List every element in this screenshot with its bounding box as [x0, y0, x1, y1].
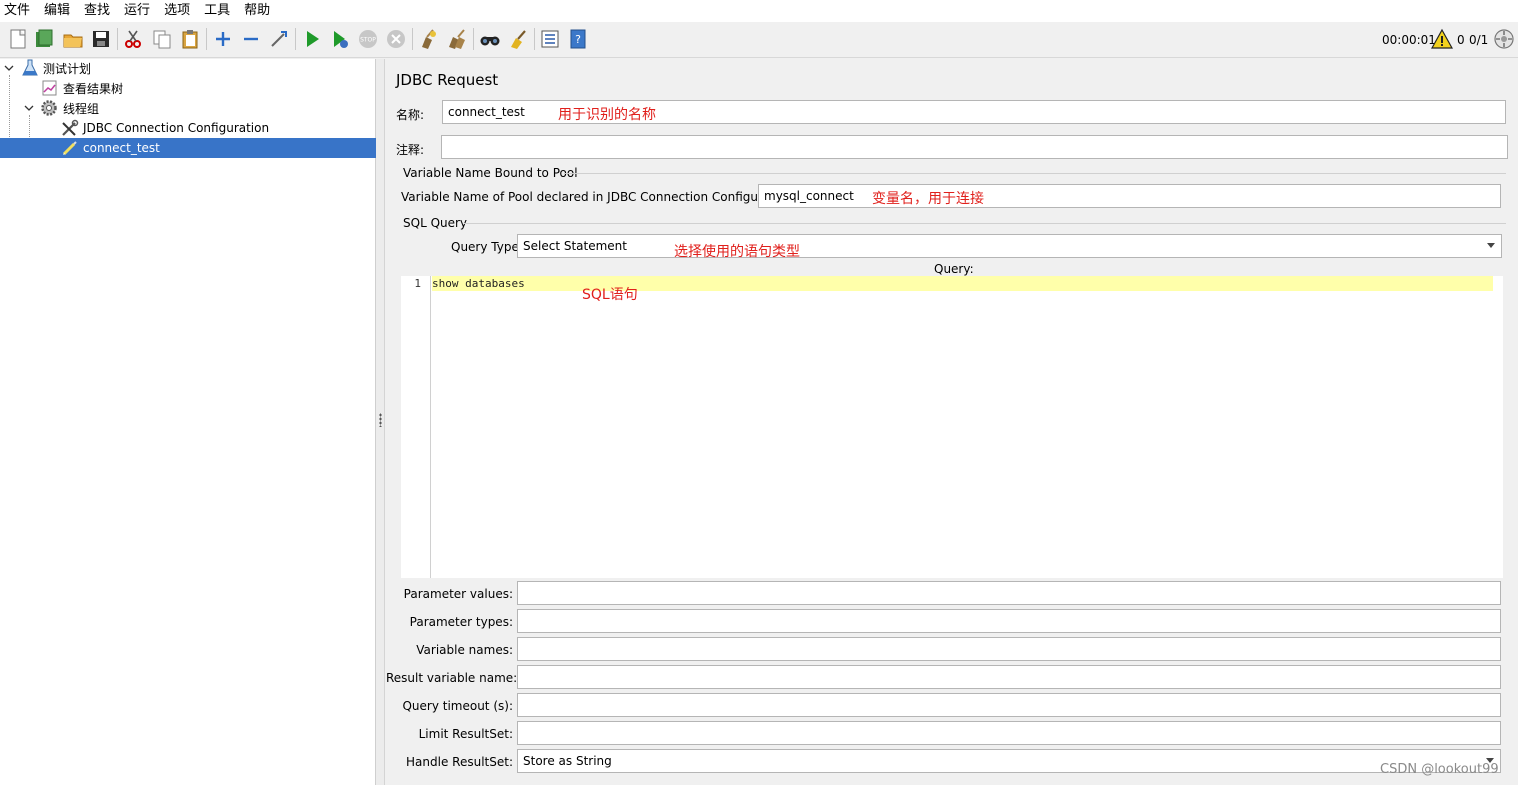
query-annotation: SQL语句 — [582, 287, 638, 303]
name-label: 名称: — [396, 108, 425, 122]
tree-node-connect-test[interactable]: connect_test — [0, 138, 376, 158]
query-type-annotation: 选择使用的语句类型 — [674, 244, 800, 260]
toggle-icon[interactable] — [267, 27, 291, 51]
pool-annotation: 变量名，用于连接 — [872, 191, 984, 207]
name-annotation: 用于识别的名称 — [558, 107, 656, 123]
page-title: JDBC Request — [396, 71, 499, 89]
parameter-types-field[interactable] — [517, 609, 1501, 633]
save-icon[interactable] — [89, 27, 113, 51]
open-icon[interactable] — [61, 27, 85, 51]
sql-section-label: SQL Query — [403, 216, 468, 230]
menubar: 文件 编辑 查找 运行 选项 工具 帮助 — [0, 0, 1518, 22]
templates-icon[interactable] — [32, 27, 56, 51]
menu-search[interactable]: 查找 — [84, 0, 110, 22]
handle-resultset-select[interactable]: Store as String — [517, 749, 1501, 773]
query-label: Query: — [934, 262, 974, 276]
tree-node-listener[interactable]: 查看结果树 — [0, 78, 376, 98]
collapse-icon[interactable] — [239, 27, 263, 51]
copy-icon[interactable] — [150, 27, 174, 51]
test-plan-icon — [21, 59, 39, 77]
variable-names-field[interactable] — [517, 637, 1501, 661]
query-code[interactable]: show databases — [432, 277, 525, 290]
tree-node-thread-group[interactable]: 线程组 — [0, 98, 376, 118]
menu-options[interactable]: 选项 — [164, 0, 190, 22]
listener-icon — [41, 79, 59, 97]
toolbar: STOP ? 00:00:01 0 0/1 — [0, 22, 1518, 58]
shutdown-icon[interactable] — [384, 27, 408, 51]
query-type-select[interactable]: Select Statement — [517, 234, 1502, 258]
query-type-value: Select Statement — [523, 239, 627, 253]
handle-resultset-value: Store as String — [523, 754, 612, 768]
limit-resultset-label: Limit ResultSet: — [418, 727, 513, 741]
chevron-down-icon[interactable] — [23, 102, 35, 114]
query-timeout-label: Query timeout (s): — [402, 699, 513, 713]
menu-tools[interactable]: 工具 — [204, 0, 230, 22]
line-number: 1 — [414, 277, 421, 290]
variable-names-label: Variable names: — [416, 643, 513, 657]
limit-resultset-field[interactable] — [517, 721, 1501, 745]
warning-icon[interactable] — [1430, 27, 1454, 51]
comment-field[interactable] — [441, 135, 1508, 159]
svg-text:?: ? — [575, 33, 581, 46]
query-timeout-field[interactable] — [517, 693, 1501, 717]
stop-icon[interactable]: STOP — [356, 27, 380, 51]
tree-label: JDBC Connection Configuration — [83, 121, 270, 135]
jdbc-request-panel: JDBC Request 名称: connect_test 用于识别的名称 注释… — [386, 59, 1518, 785]
tree-node-jdbc-config[interactable]: JDBC Connection Configuration — [0, 118, 376, 138]
pool-section-label: Variable Name Bound to Pool — [403, 166, 578, 180]
line-number-gutter: 1 — [401, 276, 431, 578]
clear-all-icon[interactable] — [445, 27, 469, 51]
config-tools-icon — [61, 119, 79, 137]
svg-text:STOP: STOP — [360, 37, 376, 44]
paste-icon[interactable] — [178, 27, 202, 51]
function-helper-icon[interactable] — [538, 27, 562, 51]
pool-variable-field[interactable]: mysql_connect — [758, 184, 1501, 208]
thread-group-gear-icon — [40, 99, 58, 117]
tree-label: 线程组 — [63, 101, 100, 116]
warning-count: 0 — [1457, 33, 1465, 47]
active-threads: 0/1 — [1469, 33, 1489, 47]
help-icon[interactable]: ? — [566, 27, 590, 51]
chevron-down-icon[interactable] — [3, 62, 15, 74]
expand-icon[interactable] — [211, 27, 235, 51]
chevron-down-icon — [1487, 243, 1495, 248]
search-icon[interactable] — [478, 27, 502, 51]
cut-icon[interactable] — [121, 27, 145, 51]
pool-label: Variable Name of Pool declared in JDBC C… — [401, 190, 798, 204]
start-icon[interactable] — [300, 27, 324, 51]
watermark: CSDN @lookout99 — [1380, 762, 1499, 777]
comment-label: 注释: — [396, 143, 425, 157]
new-icon[interactable] — [6, 27, 30, 51]
status-indicator-icon — [1492, 27, 1516, 51]
tree-label: connect_test — [83, 141, 160, 155]
elapsed-timer: 00:00:01 — [1382, 33, 1436, 47]
result-variable-name-field[interactable] — [517, 665, 1501, 689]
parameter-types-label: Parameter types: — [409, 615, 513, 629]
sql-query-editor[interactable]: 1 show databases — [401, 276, 1503, 578]
query-type-label: Query Type: — [451, 240, 523, 254]
menu-edit[interactable]: 编辑 — [44, 0, 70, 22]
tree-label: 查看结果树 — [63, 81, 124, 96]
tree-node-test-plan[interactable]: 测试计划 — [0, 58, 376, 78]
reset-search-icon[interactable] — [506, 27, 530, 51]
parameter-values-field[interactable] — [517, 581, 1501, 605]
parameter-values-label: Parameter values: — [403, 587, 513, 601]
menu-help[interactable]: 帮助 — [244, 0, 270, 22]
sampler-pen-icon — [61, 139, 79, 157]
result-variable-name-label: Result variable name: — [386, 671, 518, 685]
menu-run[interactable]: 运行 — [124, 0, 150, 22]
tree-label: 测试计划 — [43, 61, 92, 76]
test-plan-tree: 测试计划 查看结果树 线程组 JDBC Connection Configura… — [0, 59, 376, 785]
jmeter-window: 文件 编辑 查找 运行 选项 工具 帮助 STOP ? 00:00:01 0 0… — [0, 0, 1518, 785]
start-no-pause-icon[interactable] — [328, 27, 352, 51]
handle-resultset-label: Handle ResultSet: — [406, 755, 513, 769]
clear-icon[interactable] — [416, 27, 440, 51]
drag-handle-icon[interactable] — [379, 413, 382, 427]
menu-file[interactable]: 文件 — [4, 0, 30, 22]
